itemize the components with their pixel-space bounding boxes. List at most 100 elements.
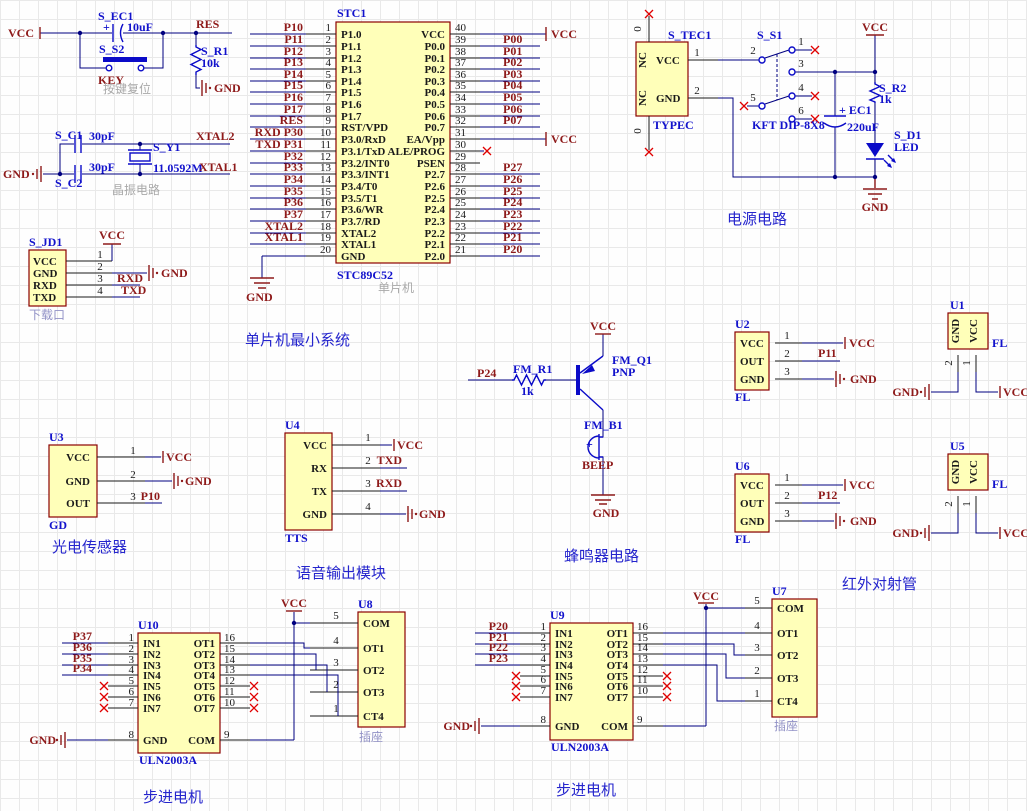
u2-num-3: 3 <box>784 366 790 378</box>
u3-vcc: VCC <box>166 450 192 464</box>
note-key-reset: 按键复位 <box>103 81 151 96</box>
u9-lnum-8: 8 <box>541 714 547 726</box>
u9-pin-com: COM <box>601 721 629 733</box>
mcu-lnum-20: 20 <box>320 244 332 256</box>
xtal-y1-des: S_Y1 <box>153 140 180 154</box>
tec1-des: S_TEC1 <box>668 28 711 42</box>
cap-c1-des: S_C1 <box>55 128 82 142</box>
mcu-rnum-40: 40 <box>455 22 467 34</box>
mcu-lname-2: P1.1 <box>341 41 361 53</box>
capacitor-s-ec1[interactable] <box>112 23 124 43</box>
capacitor-ec1[interactable] <box>823 115 847 128</box>
u5-pin-gnd: GND <box>950 460 962 485</box>
u4-pin-gnd: GND <box>303 509 328 521</box>
u7-pin-ct4: CT4 <box>777 696 798 708</box>
mcu-lname-17: P3.7/RD <box>341 216 380 228</box>
u6-net-p12: P12 <box>818 488 837 502</box>
mcu-lname-11: P3.1/TxD <box>341 146 385 158</box>
title-photo-sensor: 光电传感器 <box>52 539 127 556</box>
u9-pin-in7: IN7 <box>555 692 573 704</box>
u4-pin-tx: TX <box>312 486 327 498</box>
title-buzzer: 蜂鸣器电路 <box>564 548 639 565</box>
mcu-rnum-27: 27 <box>455 174 467 186</box>
mcu-rname-31: EA/Vpp <box>406 134 445 146</box>
mcu-vcc-40: VCC <box>551 27 577 41</box>
mcu-lnum-6: 6 <box>326 80 332 92</box>
mcu-lnum-14: 14 <box>320 174 332 186</box>
mcu-rnum-39: 39 <box>455 34 467 46</box>
mcu-lnum-7: 7 <box>326 92 332 104</box>
cap-c1-val: 30pF <box>89 129 115 143</box>
u3-des: U3 <box>49 430 64 444</box>
u5-gnd: GND <box>892 526 919 540</box>
tec1-num-2: 2 <box>694 85 700 97</box>
u8-pin-ot3: OT3 <box>363 687 385 699</box>
u6-pin-gnd: GND <box>740 516 765 528</box>
tec1-zero-top: 0 <box>632 26 644 32</box>
u4-pin-vcc: VCC <box>303 440 327 452</box>
u5-num-1: 1 <box>961 501 973 507</box>
cap-ec1-val: 220uF <box>847 120 879 134</box>
mcu-lnum-17: 17 <box>320 209 332 221</box>
tec1-num-1: 1 <box>694 47 700 59</box>
mcu-rname-37: P0.2 <box>425 64 446 76</box>
u3-num-2: 2 <box>130 469 136 481</box>
cap-c2-des: S_C2 <box>55 176 82 190</box>
mcu-rname-34: P0.5 <box>425 99 446 111</box>
u8-pin-com: COM <box>363 618 391 630</box>
u10-gnd: GND <box>29 733 56 747</box>
transistor-fm-q1[interactable] <box>576 355 604 411</box>
mcu-rnum-21: 21 <box>455 244 466 256</box>
u4-net-txd: TXD <box>377 453 403 467</box>
u9-des: U9 <box>550 608 565 622</box>
cap-ec1s-val: 10uF <box>127 20 153 34</box>
jd1-pin-txd: TXD <box>33 292 56 304</box>
u4-num-2: 2 <box>365 455 371 467</box>
resistor-s-r1[interactable] <box>189 45 203 75</box>
pushbutton-s-s2[interactable] <box>103 57 147 72</box>
title-voice-module: 语音输出模块 <box>296 565 386 582</box>
s1-num-2: 2 <box>750 45 756 57</box>
u6-num-2: 2 <box>784 490 790 502</box>
u7-num-2: 2 <box>754 665 760 677</box>
vcc-buzzer: VCC <box>590 319 616 333</box>
jd1-pin-vcc: VCC <box>33 256 57 268</box>
s1-num-1: 1 <box>798 36 804 48</box>
u3-pin-gnd: GND <box>66 476 91 488</box>
mcu-rname-24: P2.3 <box>425 216 446 228</box>
jd1-num-3: 3 <box>97 273 103 285</box>
title-stepper-right: 步进电机 <box>556 782 616 799</box>
mcu-lname-20: GND <box>341 251 366 263</box>
mcu-rname-30: ALE/PROG <box>388 146 446 158</box>
key-s2-des: S_S2 <box>99 42 124 56</box>
mcu-lnum-19: 19 <box>320 232 332 244</box>
u8-part: 插座 <box>359 729 383 744</box>
res-r1-val: 10k <box>201 56 220 70</box>
u5-des: U5 <box>950 439 965 453</box>
gnd-buzzer: GND <box>593 506 620 520</box>
crystal-s-y1[interactable] <box>128 149 152 165</box>
led-s-d1[interactable] <box>866 143 896 168</box>
buzzer-plus: + <box>586 437 593 451</box>
led-d1-part: LED <box>894 140 919 154</box>
mcu-rnum-22: 22 <box>455 232 466 244</box>
s1-num-3: 3 <box>798 58 804 70</box>
u7-pin-ot3: OT3 <box>777 673 799 685</box>
u5-pin-vcc: VCC <box>968 460 980 484</box>
u9-pin-gnd: GND <box>555 721 580 733</box>
mcu-rnum-28: 28 <box>455 162 467 174</box>
u1-pin-gnd: GND <box>950 319 962 344</box>
buzzer-des: FM_B1 <box>584 418 623 432</box>
title-power: 电源电路 <box>727 211 787 228</box>
net-beep: BEEP <box>582 458 613 472</box>
u4-part: TTS <box>285 531 308 545</box>
u7-num-5: 5 <box>754 595 760 607</box>
u2-num-2: 2 <box>784 348 790 360</box>
mcu-lnum-11: 11 <box>320 139 331 151</box>
u3-net-p10: P10 <box>141 489 160 503</box>
u3-num-3: 3 <box>130 491 136 503</box>
cap-c2-val: 30pF <box>89 160 115 174</box>
u10-pin-com: COM <box>188 735 216 747</box>
u10-des: U10 <box>138 618 159 632</box>
vcc-power-top: VCC <box>862 20 888 34</box>
